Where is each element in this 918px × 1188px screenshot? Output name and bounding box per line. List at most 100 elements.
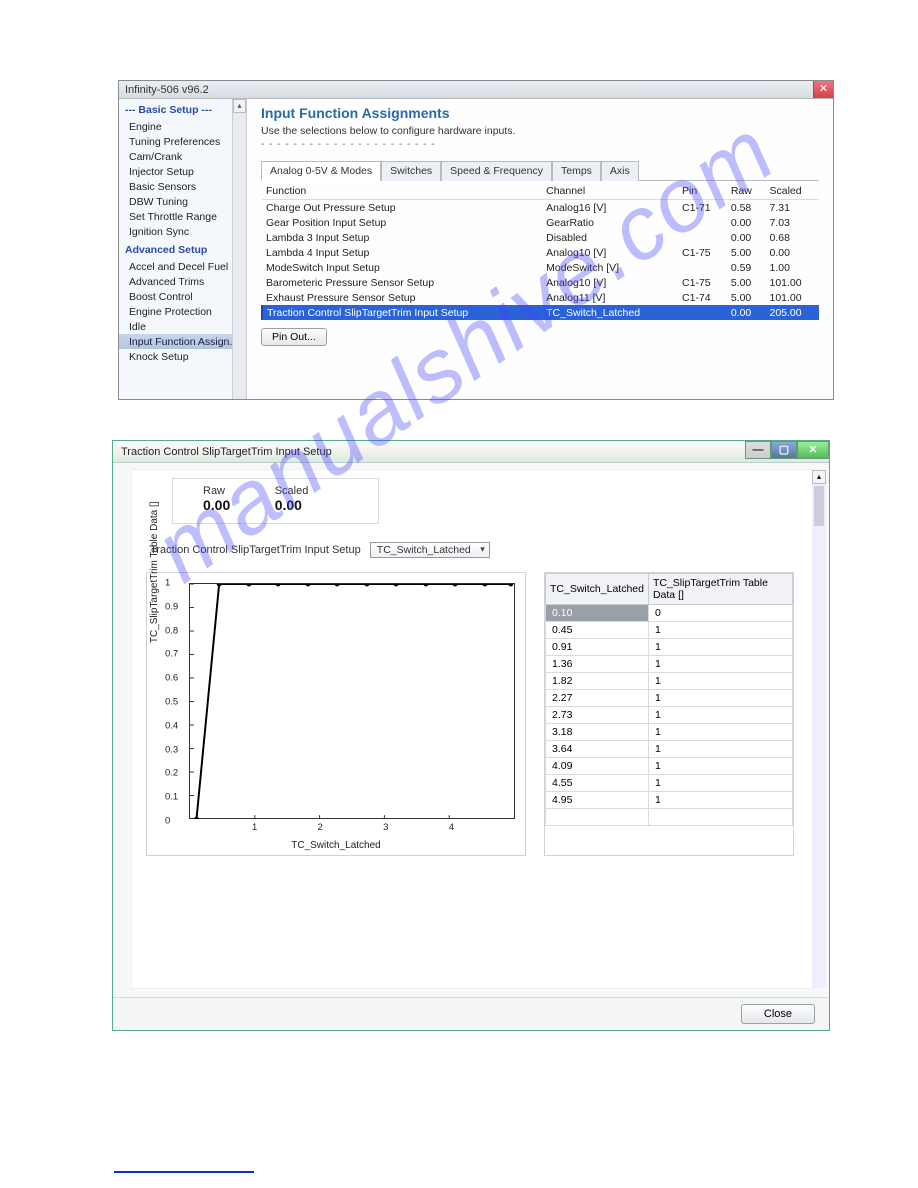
table-row[interactable]: Barometeric Pressure Sensor SetupAnalog1…: [262, 275, 819, 290]
dialog-scrollbar[interactable]: ▴: [812, 470, 826, 988]
sidebar-item[interactable]: DBW Tuning: [119, 194, 246, 209]
cell: ModeSwitch [V]: [542, 260, 678, 275]
table-row[interactable]: Lambda 4 Input SetupAnalog10 [V]C1-755.0…: [262, 245, 819, 260]
table-row[interactable]: 2.731: [546, 707, 793, 724]
table-row[interactable]: 2.271: [546, 690, 793, 707]
table-row[interactable]: 0.100: [546, 605, 793, 622]
cell: Gear Position Input Setup: [262, 215, 542, 230]
minimize-icon[interactable]: —: [745, 441, 771, 459]
cell: Lambda 4 Input Setup: [262, 245, 542, 260]
y-tick: 0.5: [165, 697, 178, 708]
window-title-text: Infinity-506 v96.2: [125, 84, 209, 96]
cell: 3.64: [546, 741, 649, 758]
close-icon[interactable]: ✕: [797, 441, 829, 459]
readout-panel: Raw 0.00 Scaled 0.00: [172, 478, 379, 524]
cell: 4.55: [546, 775, 649, 792]
sidebar-item[interactable]: Accel and Decel Fuel: [119, 259, 246, 274]
channel-select[interactable]: TC_Switch_Latched: [370, 542, 490, 558]
scroll-up-icon[interactable]: ▴: [812, 470, 826, 484]
sidebar-item[interactable]: Advanced Trims: [119, 274, 246, 289]
sidebar-item[interactable]: Cam/Crank: [119, 149, 246, 164]
x-tick: 2: [318, 822, 323, 833]
cell: C1-75: [678, 245, 727, 260]
sidebar-item[interactable]: Basic Sensors: [119, 179, 246, 194]
sidebar-item[interactable]: Tuning Preferences: [119, 134, 246, 149]
sidebar-item[interactable]: Engine Protection: [119, 304, 246, 319]
sidebar-item[interactable]: Engine: [119, 119, 246, 134]
sidebar-item[interactable]: Input Function Assign...: [119, 334, 246, 349]
table-row[interactable]: ModeSwitch Input SetupModeSwitch [V]0.59…: [262, 260, 819, 275]
dialog-footer: Close: [113, 997, 829, 1030]
sidebar-header-advanced[interactable]: Advanced Setup ▴: [119, 239, 246, 259]
y-tick: 0.3: [165, 744, 178, 755]
table-row[interactable]: 1.821: [546, 673, 793, 690]
tab[interactable]: Temps: [552, 161, 601, 181]
cell: Analog10 [V]: [542, 245, 678, 260]
x-tick: 4: [449, 822, 454, 833]
table-row[interactable]: Gear Position Input SetupGearRatio0.007.…: [262, 215, 819, 230]
sidebar-item[interactable]: Boost Control: [119, 289, 246, 304]
table-row[interactable]: 3.641: [546, 741, 793, 758]
tab-strip: Analog 0-5V & ModesSwitchesSpeed & Frequ…: [261, 160, 819, 181]
cell: 0.00: [727, 305, 766, 320]
tab[interactable]: Switches: [381, 161, 441, 181]
close-icon[interactable]: ✕: [813, 80, 833, 98]
table-row[interactable]: Lambda 3 Input SetupDisabled0.000.68: [262, 230, 819, 245]
table-row: [546, 809, 793, 826]
setup-label: Traction Control SlipTargetTrim Input Se…: [150, 544, 361, 556]
cell: Exhaust Pressure Sensor Setup: [262, 290, 542, 305]
table-row[interactable]: Exhaust Pressure Sensor SetupAnalog11 [V…: [262, 290, 819, 305]
main-window: Infinity-506 v96.2 ✕ --- Basic Setup ---…: [118, 80, 834, 400]
sidebar-header-basic[interactable]: --- Basic Setup --- ▴: [119, 99, 246, 119]
y-tick: 0.1: [165, 792, 178, 803]
table-row[interactable]: 1.361: [546, 656, 793, 673]
scroll-thumb[interactable]: [814, 486, 824, 526]
scaled-label: Scaled: [275, 485, 309, 497]
table-row[interactable]: 4.551: [546, 775, 793, 792]
sidebar-item[interactable]: Set Throttle Range: [119, 209, 246, 224]
pinout-button[interactable]: Pin Out...: [261, 328, 327, 346]
cell: 4.95: [546, 792, 649, 809]
table-row[interactable]: 3.181: [546, 724, 793, 741]
tab[interactable]: Axis: [601, 161, 639, 181]
sidebar-item[interactable]: Idle: [119, 319, 246, 334]
cell: GearRatio: [542, 215, 678, 230]
sidebar-item[interactable]: Ignition Sync: [119, 224, 246, 239]
x-tick: 3: [383, 822, 388, 833]
page-subtitle: Use the selections below to configure ha…: [261, 125, 819, 137]
cell: 5.00: [727, 290, 766, 305]
cell: Disabled: [542, 230, 678, 245]
table-row[interactable]: 4.091: [546, 758, 793, 775]
cell: 5.00: [727, 245, 766, 260]
window-title: Infinity-506 v96.2 ✕: [119, 81, 833, 99]
table-row[interactable]: 0.911: [546, 639, 793, 656]
scaled-value: 0.00: [275, 497, 309, 513]
sidebar-header-basic-label: --- Basic Setup ---: [125, 104, 212, 116]
cell: 0.45: [546, 622, 649, 639]
maximize-icon[interactable]: ▢: [771, 441, 797, 459]
sidebar-scrollbar[interactable]: ▴: [232, 99, 246, 399]
sidebar-item[interactable]: Knock Setup: [119, 349, 246, 364]
x-tick: 1: [252, 822, 257, 833]
table-row[interactable]: Traction Control SlipTargetTrim Input Se…: [262, 305, 819, 320]
tab[interactable]: Analog 0-5V & Modes: [261, 161, 381, 181]
page-title: Input Function Assignments: [261, 105, 819, 121]
col-y: TC_SlipTargetTrim Table Data []: [648, 574, 792, 605]
column-header: Raw: [727, 183, 766, 200]
sidebar-item[interactable]: Injector Setup: [119, 164, 246, 179]
footer-underline: [114, 1171, 254, 1173]
cell: ModeSwitch Input Setup: [262, 260, 542, 275]
cell: 0.00: [766, 245, 820, 260]
trim-plot: TC_SlipTargetTrim Table Data [] TC_Switc…: [146, 572, 526, 856]
scroll-up-icon[interactable]: ▴: [233, 99, 246, 113]
dialog-titlebar: Traction Control SlipTargetTrim Input Se…: [113, 441, 829, 463]
cell: 0.00: [727, 215, 766, 230]
y-tick: 0.4: [165, 720, 178, 731]
close-button[interactable]: Close: [741, 1004, 815, 1024]
table-row[interactable]: Charge Out Pressure SetupAnalog16 [V]C1-…: [262, 200, 819, 216]
table-row[interactable]: 4.951: [546, 792, 793, 809]
y-axis-label: TC_SlipTargetTrim Table Data []: [149, 501, 160, 643]
tab[interactable]: Speed & Frequency: [441, 161, 552, 181]
dialog-body: Raw 0.00 Scaled 0.00 Traction Control Sl…: [131, 469, 813, 989]
table-row[interactable]: 0.451: [546, 622, 793, 639]
